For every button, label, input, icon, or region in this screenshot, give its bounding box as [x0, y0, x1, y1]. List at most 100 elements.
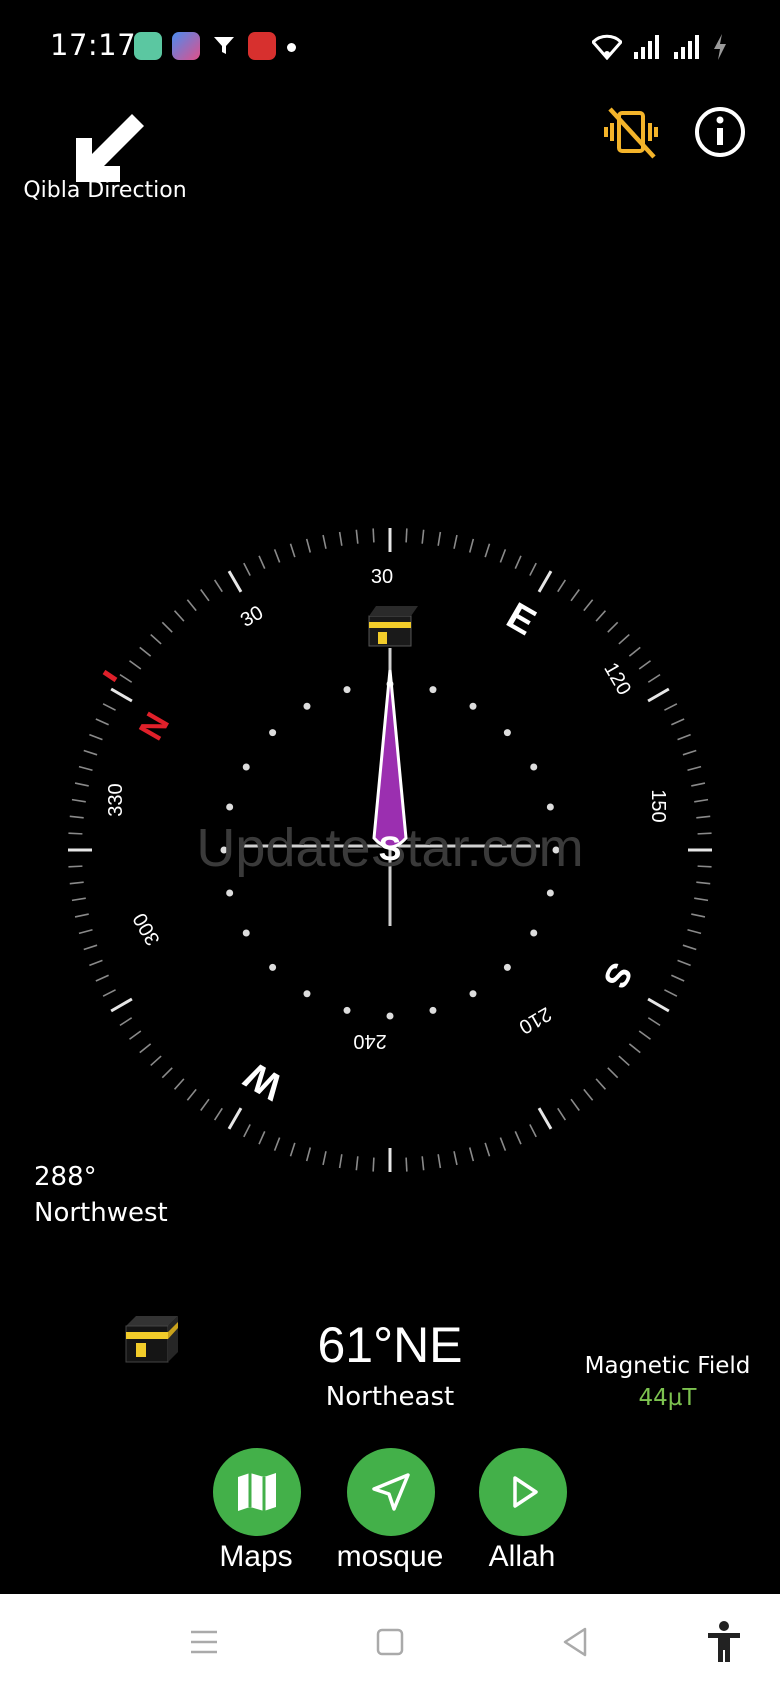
compass-tick	[173, 610, 185, 622]
compass-tick	[322, 1151, 327, 1166]
compass-tick	[289, 543, 296, 558]
compass-tick	[638, 660, 651, 670]
compass-tick	[200, 1098, 210, 1111]
navigation-bar	[0, 1594, 780, 1690]
compass-tick	[697, 832, 712, 835]
app-notification-icon	[172, 32, 200, 60]
compass-tick	[161, 621, 173, 633]
compass-tick	[74, 782, 89, 787]
degree-label: 300	[129, 909, 165, 949]
compass-dot	[530, 929, 538, 937]
menu-button[interactable]	[176, 1614, 232, 1670]
compass-tick	[694, 798, 709, 803]
allah-button-circle[interactable]	[479, 1448, 567, 1536]
compass-tick	[150, 633, 162, 645]
app-notification-icon	[248, 32, 276, 60]
compass-tick	[372, 528, 375, 543]
compass-dot	[269, 963, 277, 971]
compass-tick	[537, 1107, 553, 1130]
compass-tick	[150, 1055, 162, 1067]
compass-tick	[628, 646, 641, 657]
compass-tick	[583, 1088, 594, 1101]
compass-tick	[110, 687, 133, 703]
compass-tick	[687, 928, 702, 935]
compass-tick	[570, 1098, 580, 1111]
compass-tick	[499, 549, 507, 563]
compass-tick	[83, 749, 98, 756]
compass-dot	[242, 929, 250, 937]
center-glyph: S	[379, 830, 402, 868]
heading-degrees: 288°	[34, 1162, 97, 1192]
app-notification-icon	[134, 32, 162, 60]
compass-tick	[514, 1131, 522, 1145]
vibrate-off-icon[interactable]	[602, 103, 660, 161]
compass-tick	[647, 687, 670, 703]
compass-tick	[129, 1030, 142, 1040]
degree-label: 330	[105, 783, 127, 816]
compass-tick	[83, 944, 98, 951]
back-button[interactable]	[547, 1614, 603, 1670]
compass-tick	[484, 1142, 491, 1157]
compass-tick	[227, 570, 243, 593]
compass-tick	[102, 703, 116, 711]
compass-tick	[696, 881, 711, 885]
compass-tick	[595, 1078, 607, 1090]
cardinal-south: S	[595, 956, 639, 995]
compass-tick	[71, 798, 86, 803]
menu-icon	[191, 1630, 217, 1654]
degree-label: 210	[515, 1002, 555, 1038]
compass-tick	[453, 534, 458, 549]
accessibility-button[interactable]	[696, 1614, 752, 1670]
compass-tick	[273, 1137, 281, 1151]
compass-tick	[139, 646, 152, 657]
north-ring-marker	[102, 669, 118, 683]
compass-tick	[78, 928, 93, 935]
compass-dot	[429, 686, 437, 694]
compass-tick	[647, 1017, 661, 1027]
compass-tick	[95, 718, 109, 726]
compass-tick	[583, 599, 594, 612]
status-indicators	[592, 30, 728, 64]
compass-tick	[628, 1043, 641, 1054]
compass-tick	[468, 1147, 475, 1162]
qibla-direction-arrow-icon	[76, 114, 144, 182]
compass-tick	[305, 1147, 312, 1162]
compass-tick	[664, 703, 678, 711]
compass-tick	[186, 1088, 197, 1101]
compass-tick	[355, 1156, 359, 1171]
compass-dot	[469, 702, 477, 710]
compass-dot	[386, 1012, 394, 1020]
compass-tick	[69, 815, 84, 819]
cell-signal-icon	[634, 35, 659, 59]
magnetic-field-label: Magnetic Field	[584, 1353, 751, 1379]
compass-tick	[355, 529, 359, 544]
compass-tick	[638, 1030, 651, 1040]
maps-button-circle[interactable]	[213, 1448, 301, 1536]
compass-tick	[322, 534, 327, 549]
battery-charging-icon	[714, 34, 726, 60]
qibla-needle	[372, 669, 408, 849]
map-icon	[238, 1473, 276, 1511]
compass-tick	[173, 1078, 185, 1090]
compass-tick	[119, 673, 133, 683]
compass-tick	[647, 673, 661, 683]
allah-label: Allah	[488, 1540, 556, 1573]
compass-tick	[258, 555, 266, 569]
home-button[interactable]	[362, 1614, 418, 1670]
allah-button[interactable]: Allah	[454, 1448, 590, 1588]
compass-tick	[691, 782, 706, 787]
compass-tick	[161, 1067, 173, 1079]
compass-tick	[682, 944, 697, 951]
degree-label: 30	[371, 566, 393, 588]
compass-tick	[119, 1017, 133, 1027]
degree-label: 150	[647, 789, 669, 822]
compass-tick	[607, 1067, 619, 1079]
mosque-button-circle[interactable]	[347, 1448, 435, 1536]
compass-tick	[372, 1157, 375, 1172]
compass-tick	[110, 997, 133, 1013]
compass-dot	[343, 686, 351, 694]
compass-tick	[691, 913, 706, 918]
info-icon[interactable]	[692, 104, 748, 160]
compass-tick	[200, 589, 210, 602]
compass-tick	[95, 974, 109, 982]
